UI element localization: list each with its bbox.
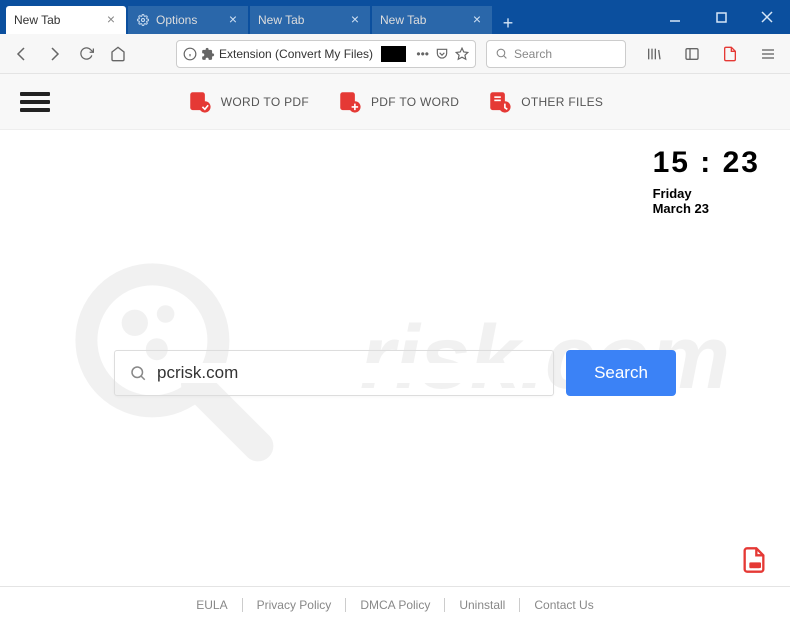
- clock-widget: 15 : 23 Friday March 23: [653, 146, 760, 216]
- search-icon: [495, 47, 508, 60]
- word-to-pdf-link[interactable]: WORD TO PDF: [187, 89, 309, 115]
- tab-label: New Tab: [258, 13, 348, 27]
- footer-link-contact[interactable]: Contact Us: [520, 598, 607, 612]
- home-button[interactable]: [104, 40, 132, 68]
- main-search-button[interactable]: Search: [566, 350, 676, 396]
- tab-label: New Tab: [380, 13, 470, 27]
- back-button[interactable]: [8, 40, 36, 68]
- main-search-box[interactable]: [114, 350, 554, 396]
- close-icon[interactable]: ×: [226, 13, 240, 27]
- main-search-area: Search: [114, 350, 676, 396]
- close-icon[interactable]: ×: [104, 13, 118, 27]
- menu-icon[interactable]: [754, 40, 782, 68]
- urlbar-redacted: [381, 46, 406, 62]
- clock-day: Friday: [653, 186, 760, 201]
- window-controls: [652, 0, 790, 34]
- other-files-link[interactable]: OTHER FILES: [487, 89, 603, 115]
- word-to-pdf-icon: [187, 89, 213, 115]
- urlbar-text: Extension (Convert My Files): [219, 47, 373, 61]
- titlebar: New Tab × Options × New Tab × New Tab × …: [0, 0, 790, 34]
- tab-label: Options: [156, 13, 226, 27]
- new-tab-button[interactable]: +: [494, 13, 522, 34]
- search-icon: [129, 364, 147, 382]
- browser-search-field[interactable]: Search: [486, 40, 626, 68]
- ext-link-label: OTHER FILES: [521, 95, 603, 109]
- tab-options[interactable]: Options ×: [128, 6, 248, 34]
- bookmark-icon[interactable]: [455, 47, 469, 61]
- extension-toolbar: WORD TO PDF PDF TO WORD OTHER FILES: [0, 74, 790, 130]
- pdf-to-word-icon: [337, 89, 363, 115]
- footer-link-privacy[interactable]: Privacy Policy: [243, 598, 346, 612]
- ext-link-label: PDF TO WORD: [371, 95, 459, 109]
- footer-link-dmca[interactable]: DMCA Policy: [346, 598, 444, 612]
- browser-toolbar: Extension (Convert My Files) ••• Search: [0, 34, 790, 74]
- minimize-button[interactable]: [652, 0, 698, 34]
- tab-new-tab-2[interactable]: New Tab ×: [250, 6, 370, 34]
- page-content: risk.com 15 : 23 Friday March 23 Search …: [0, 130, 790, 586]
- footer-link-eula[interactable]: EULA: [182, 598, 241, 612]
- reload-button[interactable]: [72, 40, 100, 68]
- pdf-to-word-link[interactable]: PDF TO WORD: [337, 89, 459, 115]
- footer-link-uninstall[interactable]: Uninstall: [445, 598, 519, 612]
- svg-text:PDF: PDF: [751, 563, 760, 568]
- main-search-input[interactable]: [157, 363, 539, 383]
- close-icon[interactable]: ×: [470, 13, 484, 27]
- gear-icon: [136, 13, 150, 27]
- page-pdf-icon[interactable]: [716, 40, 744, 68]
- tab-strip: New Tab × Options × New Tab × New Tab × …: [0, 0, 652, 34]
- tab-label: New Tab: [14, 13, 104, 27]
- tab-new-tab-3[interactable]: New Tab ×: [372, 6, 492, 34]
- hamburger-menu[interactable]: [20, 88, 50, 116]
- pocket-icon[interactable]: [435, 47, 449, 61]
- close-icon[interactable]: ×: [348, 13, 362, 27]
- clock-time: 15 : 23: [653, 146, 760, 180]
- close-window-button[interactable]: [744, 0, 790, 34]
- search-placeholder: Search: [514, 47, 552, 61]
- library-icon[interactable]: [640, 40, 668, 68]
- footer: EULA Privacy Policy DMCA Policy Uninstal…: [0, 586, 790, 622]
- url-bar[interactable]: Extension (Convert My Files) •••: [176, 40, 476, 68]
- clock-date: March 23: [653, 201, 760, 216]
- floating-pdf-button[interactable]: PDF: [740, 546, 768, 574]
- info-icon[interactable]: [183, 47, 197, 61]
- sidebar-icon[interactable]: [678, 40, 706, 68]
- maximize-button[interactable]: [698, 0, 744, 34]
- ext-link-label: WORD TO PDF: [221, 95, 309, 109]
- tab-new-tab-1[interactable]: New Tab ×: [6, 6, 126, 34]
- other-files-icon: [487, 89, 513, 115]
- more-icon[interactable]: •••: [416, 47, 429, 61]
- extension-icon: [201, 47, 215, 61]
- forward-button[interactable]: [40, 40, 68, 68]
